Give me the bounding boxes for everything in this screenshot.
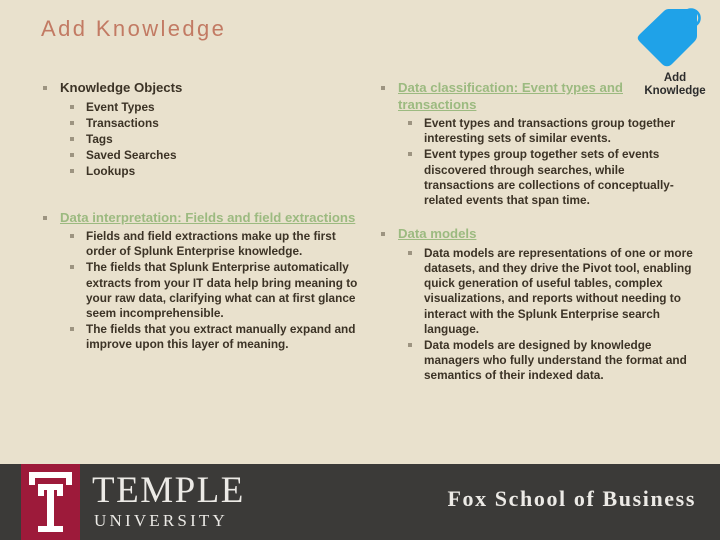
list-item: The fields that you extract manually exp… — [60, 322, 368, 352]
bullet-data-models[interactable]: Data models Data models are representati… — [376, 226, 696, 383]
temple-word-line1: TEMPLE — [92, 470, 245, 511]
bullet-heading-link[interactable]: Data interpretation: Fields and field ex… — [60, 210, 355, 225]
right-group-2: Data models Data models are representati… — [376, 226, 696, 383]
sublist-data-interpretation: Fields and field extractions make up the… — [60, 229, 368, 353]
temple-word-line2: UNIVERSITY — [94, 511, 228, 530]
list-item: Data models are designed by knowledge ma… — [398, 338, 696, 384]
right-content-column: Data classification: Event types and tra… — [376, 80, 696, 386]
list-item: Saved Searches — [60, 148, 368, 163]
fox-school-label: Fox School of Business — [447, 486, 696, 511]
slide-canvas: Add Knowledge Add Knowledge Knowledge Ob… — [0, 0, 720, 540]
bullet-knowledge-objects: Knowledge Objects Event Types Transactio… — [38, 80, 368, 180]
bullet-data-classification[interactable]: Data classification: Event types and tra… — [376, 80, 696, 208]
list-item: Event types and transactions group toget… — [398, 116, 696, 146]
list-item: Tags — [60, 132, 368, 147]
temple-t-logo-icon — [21, 464, 80, 540]
list-item: Event Types — [60, 100, 368, 115]
bullet-data-interpretation[interactable]: Data interpretation: Fields and field ex… — [38, 210, 368, 353]
page-title: Add Knowledge — [41, 16, 227, 41]
list-item: Lookups — [60, 164, 368, 179]
left-group-1: Knowledge Objects Event Types Transactio… — [38, 80, 368, 180]
bullet-heading-text: Knowledge Objects — [60, 80, 183, 95]
sublist-data-classification: Event types and transactions group toget… — [398, 116, 696, 208]
left-group-2: Data interpretation: Fields and field ex… — [38, 210, 368, 353]
tag-icon — [632, 8, 718, 70]
temple-university-wordmark: TEMPLE UNIVERSITY — [92, 470, 245, 530]
bullet-heading-link[interactable]: Data classification: Event types and tra… — [398, 80, 623, 112]
bullet-heading-link[interactable]: Data models — [398, 226, 476, 241]
footer-bar: TEMPLE UNIVERSITY Fox School of Business — [0, 464, 720, 540]
list-item: Transactions — [60, 116, 368, 131]
sublist-knowledge-objects: Event Types Transactions Tags Saved Sear… — [60, 100, 368, 180]
list-item: Fields and field extractions make up the… — [60, 229, 368, 259]
right-group-1: Data classification: Event types and tra… — [376, 80, 696, 208]
list-item: Event types group together sets of event… — [398, 147, 696, 208]
sublist-data-models: Data models are representations of one o… — [398, 246, 696, 384]
list-item: Data models are representations of one o… — [398, 246, 696, 337]
list-item: The fields that Splunk Enterprise automa… — [60, 260, 368, 321]
left-content-column: Knowledge Objects Event Types Transactio… — [38, 80, 368, 355]
